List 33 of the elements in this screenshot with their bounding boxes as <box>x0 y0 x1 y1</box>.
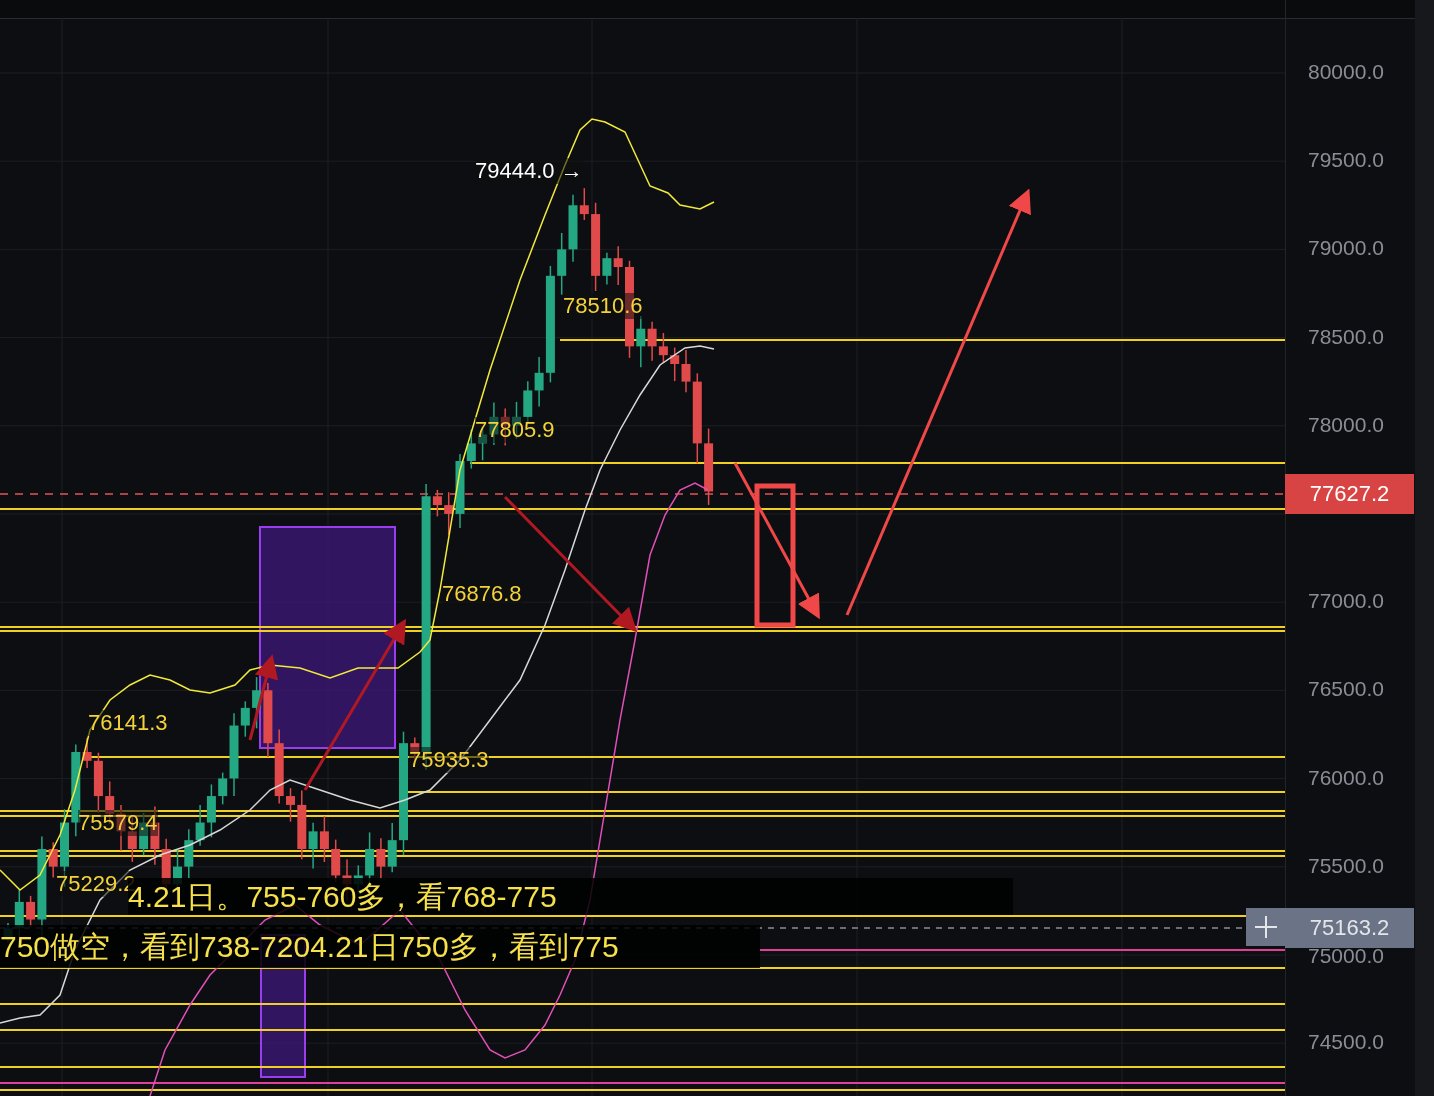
candle <box>658 332 668 364</box>
price-label: 77805.9 <box>475 417 555 443</box>
candle <box>286 787 295 823</box>
candle <box>636 315 646 368</box>
candle <box>319 815 329 863</box>
price-label: 76141.3 <box>88 710 168 736</box>
candle <box>613 245 623 286</box>
axis-label: 76000.0 <box>1308 765 1384 790</box>
axis-label: 80000.0 <box>1308 60 1384 84</box>
candle <box>184 828 194 880</box>
axis-label: 79000.0 <box>1308 236 1384 261</box>
candle <box>206 783 216 839</box>
note-text: 4.21日750多，看到775 <box>310 929 619 965</box>
price-label: 79444.0 → <box>475 158 583 184</box>
candle <box>387 822 397 873</box>
note-text: 750做空，看到738-720 <box>0 929 311 965</box>
price-label: 75935.3 <box>409 747 489 773</box>
axis-label: 77000.0 <box>1308 589 1384 614</box>
candle <box>647 321 657 362</box>
axis-label: 74500.0 <box>1308 1030 1384 1055</box>
axis-label: 75500.0 <box>1308 853 1384 878</box>
current-price-tag: 77627.2 <box>1285 474 1414 514</box>
axis-label: 79500.0 <box>1308 148 1384 173</box>
candle <box>252 676 262 730</box>
candle <box>195 804 205 847</box>
crosshair-price-tag: 75163.2 <box>1285 908 1414 948</box>
candle <box>670 346 680 382</box>
candle <box>557 232 567 296</box>
axis-label: 76500.0 <box>1308 677 1384 702</box>
axis-label: 78000.0 <box>1308 412 1384 437</box>
price-label: 75579.4 <box>78 810 158 836</box>
axis-label: 78500.0 <box>1308 324 1384 349</box>
price-label: 78510.6 <box>563 293 643 319</box>
